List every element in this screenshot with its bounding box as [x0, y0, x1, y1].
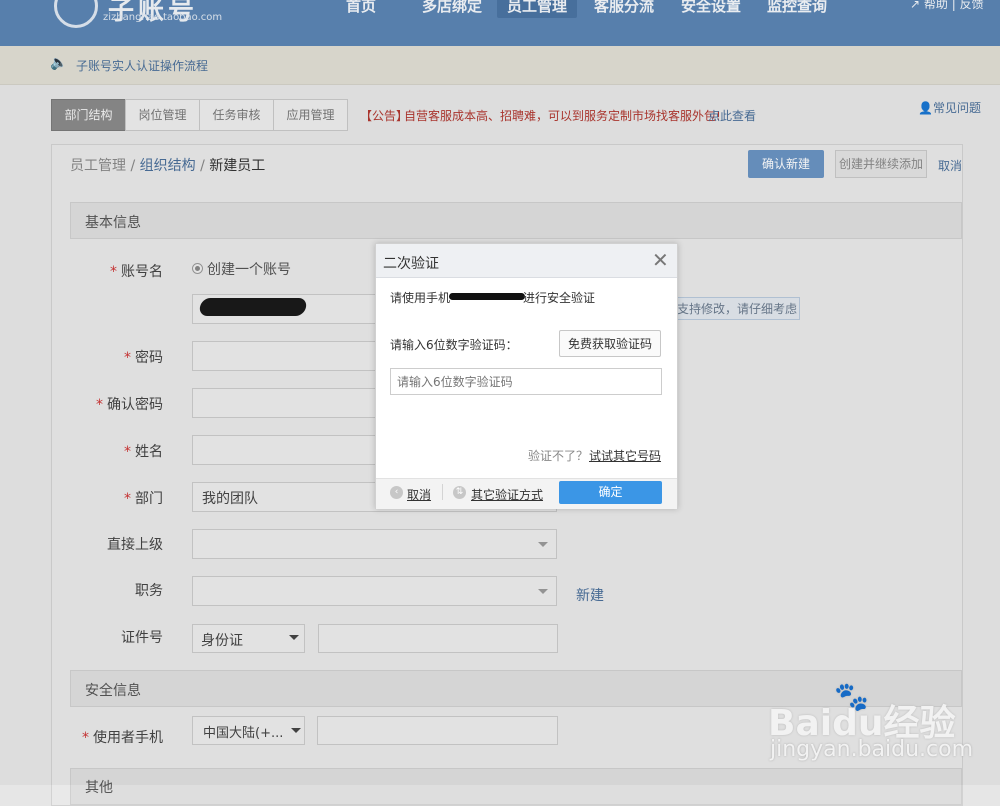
try-other-phone-link[interactable]: 试试其它号码 [589, 447, 661, 464]
dialog-phone-suffix: 进行安全验证 [523, 291, 596, 305]
dialog-title: 二次验证 [383, 256, 439, 272]
back-arrow-icon: ‹ [390, 486, 403, 499]
dialog-cancel-link[interactable]: 取消 [407, 486, 431, 503]
dialog-phone-prefix: 请使用手机 [390, 291, 451, 305]
code-label: 请输入6位数字验证码： [390, 338, 518, 352]
paw-icon: 🐾 [834, 680, 869, 713]
ok-button[interactable]: 确定 [559, 481, 662, 504]
footer-divider [442, 484, 443, 500]
close-icon[interactable]: ✕ [652, 248, 669, 272]
watermark-url: jingyan.baidu.com [770, 737, 974, 762]
phone-redaction [449, 293, 525, 300]
other-method-link[interactable]: 其它验证方式 [471, 486, 543, 503]
verify-fail-text: 验证不了？ [528, 449, 589, 463]
switch-icon: ⇅ [453, 486, 466, 499]
verification-dialog: 二次验证 ✕ 请使用手机 进行安全验证 请输入6位数字验证码： 免费获取验证码 … [375, 243, 678, 509]
get-code-button[interactable]: 免费获取验证码 [559, 330, 661, 357]
code-input[interactable] [390, 368, 662, 395]
